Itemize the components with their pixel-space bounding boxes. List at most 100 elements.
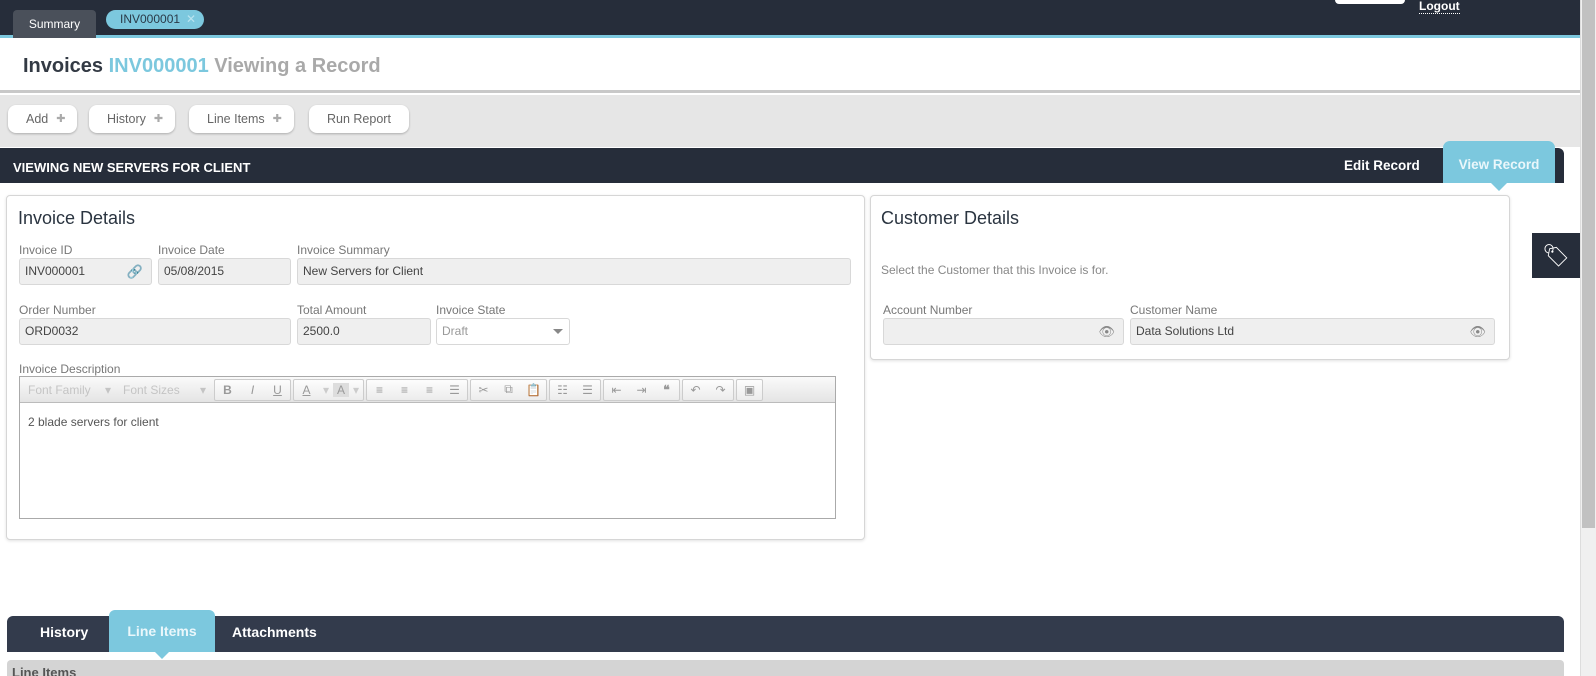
- section-header: VIEWING NEW SERVERS FOR CLIENT Edit Reco…: [0, 141, 1564, 191]
- down-arrow-icon: ✚: [272, 113, 282, 125]
- view-record-tab[interactable]: View Record: [1443, 141, 1555, 191]
- user-menu[interactable]: [1335, 0, 1405, 4]
- customer-details-title: Customer Details: [881, 208, 1020, 228]
- tags-button[interactable]: 🏷: [1532, 233, 1580, 278]
- font-size-label: Font Sizes: [123, 382, 180, 397]
- title-bar: Invoices INV000001 Viewing a Record: [0, 41, 1580, 93]
- line-items-header: Line Items: [7, 660, 1564, 676]
- undo-icon[interactable]: ↶: [683, 383, 708, 397]
- account-number-field[interactable]: 👁: [883, 318, 1124, 345]
- tab-record[interactable]: INV000001 ✕: [106, 10, 205, 29]
- clipboard-group: ✂ ⧉ 📋: [470, 378, 547, 401]
- align-left-icon[interactable]: ≡: [367, 383, 392, 397]
- bullet-list-icon[interactable]: ☷: [550, 383, 575, 397]
- invoice-state-select[interactable]: Draft: [436, 318, 570, 345]
- bold-icon[interactable]: B: [215, 383, 240, 397]
- title-module: Invoices: [23, 55, 104, 77]
- invoice-state-label: Invoice State: [436, 303, 506, 317]
- customer-name-label: Customer Name: [1130, 303, 1218, 317]
- redo-icon[interactable]: ↷: [708, 383, 733, 397]
- chevron-down-icon[interactable]: ▾: [349, 383, 363, 397]
- blockquote-icon[interactable]: ❝: [654, 383, 679, 397]
- align-center-icon[interactable]: ≡: [392, 383, 417, 397]
- customer-help-text: Select the Customer that this Invoice is…: [881, 263, 1109, 277]
- top-bar: Summary INV000001 ✕ Logout: [0, 0, 1580, 38]
- history-group: ↶ ↷: [682, 378, 734, 401]
- tab-history[interactable]: History: [40, 616, 88, 652]
- logout-link[interactable]: Logout: [1419, 0, 1460, 14]
- invoice-date-label: Invoice Date: [158, 243, 225, 257]
- line-items-title: Line Items: [12, 665, 77, 676]
- invoice-id-value: INV000001: [25, 264, 86, 278]
- outdent-icon[interactable]: ⇤: [604, 383, 629, 397]
- edit-record-tab[interactable]: Edit Record: [1344, 158, 1420, 173]
- bg-color-icon[interactable]: A: [333, 382, 349, 397]
- chevron-down-icon: [553, 329, 563, 334]
- run-report-button-label: Run Report: [327, 112, 391, 126]
- eye-icon[interactable]: 👁: [1469, 319, 1486, 344]
- insert-group: ▣: [736, 378, 763, 401]
- close-icon[interactable]: ✕: [186, 10, 196, 29]
- scrollbar-thumb[interactable]: [1582, 0, 1595, 528]
- total-amount-label: Total Amount: [297, 303, 367, 317]
- indent-icon[interactable]: ⇥: [629, 383, 654, 397]
- indent-group: ⇤ ⇥ ❝: [603, 378, 680, 401]
- action-toolbar: Add ✚ History ✚ Line Items ✚ Run Report: [0, 95, 1580, 147]
- align-right-icon[interactable]: ≡: [417, 383, 442, 397]
- title-record-id: INV000001: [108, 55, 209, 77]
- invoice-description-label: Invoice Description: [19, 362, 121, 376]
- text-color-icon[interactable]: A: [294, 383, 319, 397]
- chevron-down-icon[interactable]: ▾: [319, 383, 333, 397]
- eye-icon[interactable]: 👁: [1098, 319, 1115, 344]
- color-group: A ▾ A ▾: [293, 378, 364, 401]
- align-group: ≡ ≡ ≡ ☰: [366, 378, 468, 401]
- history-button[interactable]: History ✚: [89, 105, 176, 133]
- copy-icon[interactable]: ⧉: [496, 382, 521, 397]
- account-number-label: Account Number: [883, 303, 973, 317]
- tab-attachments[interactable]: Attachments: [232, 616, 317, 652]
- italic-icon[interactable]: I: [240, 383, 265, 397]
- history-button-label: History: [107, 112, 146, 126]
- order-number-label: Order Number: [19, 303, 96, 317]
- down-arrow-icon: ✚: [153, 113, 164, 125]
- numbered-list-icon[interactable]: ☰: [575, 383, 600, 397]
- line-items-button-label: Line Items: [207, 112, 265, 126]
- cut-icon[interactable]: ✂: [471, 383, 496, 397]
- run-report-button[interactable]: Run Report: [309, 105, 409, 133]
- tab-summary[interactable]: Summary: [13, 10, 96, 38]
- description-text[interactable]: 2 blade servers for client: [28, 415, 159, 429]
- related-tabs: History Line Items Attachments: [7, 610, 1564, 659]
- invoice-summary-label: Invoice Summary: [297, 243, 390, 257]
- customer-name-field[interactable]: Data Solutions Ltd 👁: [1130, 318, 1495, 345]
- list-group: ☷ ☰: [549, 378, 601, 401]
- section-title: VIEWING NEW SERVERS FOR CLIENT: [13, 160, 251, 175]
- font-family-label: Font Family: [28, 382, 91, 397]
- font-size-select[interactable]: Font Sizes ▾: [117, 383, 212, 397]
- invoice-date-field[interactable]: 05/08/2015: [158, 258, 291, 285]
- invoice-id-field[interactable]: INV000001 🔗: [19, 258, 152, 285]
- image-icon[interactable]: ▣: [737, 383, 762, 397]
- font-family-select[interactable]: Font Family ▾: [22, 383, 117, 397]
- tab-line-items[interactable]: Line Items: [109, 610, 215, 659]
- chevron-down-icon: ▾: [199, 382, 206, 397]
- total-amount-field[interactable]: 2500.0: [297, 318, 431, 345]
- invoice-details-panel: Invoice Details Invoice ID INV000001 🔗 I…: [6, 195, 865, 540]
- down-arrow-icon: ✚: [56, 113, 66, 125]
- invoice-state-value: Draft: [442, 324, 469, 338]
- add-button-label: Add: [26, 112, 49, 126]
- page: Summary INV000001 ✕ Logout Invoices INV0…: [0, 0, 1596, 676]
- format-group: B I U: [214, 378, 291, 401]
- paste-icon[interactable]: 📋: [521, 383, 546, 397]
- tag-icon: 🏷: [1542, 243, 1570, 268]
- description-editor: Font Family ▾ Font Sizes ▾ B I U A ▾ A ▾ ≡…: [19, 376, 836, 519]
- align-justify-icon[interactable]: ☰: [442, 383, 467, 397]
- order-number-field[interactable]: ORD0032: [19, 318, 291, 345]
- chevron-down-icon: ▾: [104, 382, 111, 397]
- invoice-summary-field[interactable]: New Servers for Client: [297, 258, 851, 285]
- link-icon[interactable]: 🔗: [127, 259, 143, 284]
- page-title: Invoices INV000001 Viewing a Record: [23, 55, 381, 78]
- invoice-id-label: Invoice ID: [19, 243, 73, 257]
- line-items-button[interactable]: Line Items ✚: [189, 105, 294, 133]
- add-button[interactable]: Add ✚: [8, 105, 78, 133]
- underline-icon[interactable]: U: [265, 383, 290, 397]
